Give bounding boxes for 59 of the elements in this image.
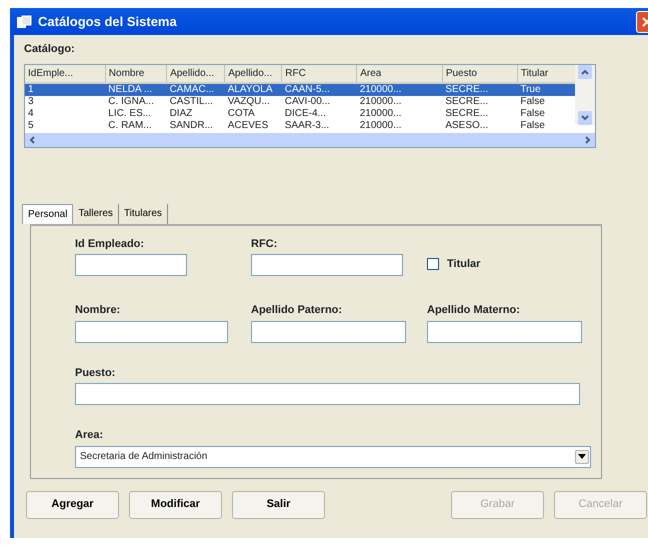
table-cell-text: False <box>519 120 546 132</box>
checkbox[interactable] <box>427 258 439 270</box>
table-cell-text: LIC. ES... <box>107 108 152 120</box>
table-cell-text: SANDR... <box>168 120 214 132</box>
surname-field[interactable] <box>427 320 582 342</box>
tab[interactable]: Talleres <box>73 204 119 224</box>
field-label: Id Empleado: <box>75 236 146 252</box>
id-field[interactable] <box>75 254 187 276</box>
action-button[interactable]: Agregar <box>26 490 119 518</box>
field-label: Area: <box>75 428 104 443</box>
table-cell: SECRE... <box>442 96 518 108</box>
column-header[interactable]: Apellido... <box>166 64 225 82</box>
horizontal-scrollbar[interactable] <box>25 132 595 146</box>
column-header[interactable]: IdEmple... <box>25 64 106 82</box>
table-cell: CAVI-00... <box>282 96 357 108</box>
table-cell-text: ACEVES <box>226 120 270 132</box>
table-cell-text: COTA <box>226 108 256 120</box>
window-title: Catálogos del Sistema <box>38 12 177 31</box>
column-header[interactable]: Nombre <box>105 64 167 82</box>
position-field[interactable] <box>75 383 580 405</box>
tab[interactable]: Personal <box>22 204 74 224</box>
table-cell-text: C. RAM... <box>107 120 153 132</box>
area-dropdown[interactable]: Secretaria de Administración <box>75 446 591 468</box>
table-cell: VAZQU... <box>224 96 282 108</box>
surname-field[interactable] <box>251 320 406 342</box>
table-cell-text: DICE-4... <box>284 108 327 120</box>
table-cell-text: 210000... <box>358 108 402 120</box>
action-button[interactable]: Salir <box>232 490 325 518</box>
window-icon <box>16 14 32 28</box>
table-cell-text: ASESO... <box>444 120 490 132</box>
tab[interactable]: Titulares <box>118 204 168 224</box>
table-cell-text: 210000... <box>358 120 402 132</box>
table-cell: 210000... <box>356 96 442 108</box>
field-label: RFC: <box>251 236 278 252</box>
field-label: Apellido Paterno: <box>251 303 344 318</box>
field-label: Nombre: <box>75 303 122 318</box>
field-label: Apellido Materno: <box>427 303 521 318</box>
table-cell-text: False <box>519 108 546 120</box>
checkbox-label: Titular <box>447 256 480 272</box>
column-header[interactable]: RFC <box>282 64 357 82</box>
rfc-field[interactable] <box>251 254 403 276</box>
column-header[interactable]: Apellido... <box>224 64 282 82</box>
column-header[interactable]: Area <box>356 64 442 82</box>
name-field[interactable] <box>75 320 228 342</box>
table-cell-text: SECRE... <box>444 108 490 120</box>
field-label: Puesto: <box>75 366 116 380</box>
column-header[interactable]: Puesto <box>442 64 518 82</box>
action-button[interactable]: Modificar <box>129 490 222 518</box>
caret-icon <box>578 454 586 459</box>
table-cell: C. IGNA... <box>105 96 167 108</box>
table-cell-text: DIAZ <box>168 108 194 120</box>
table-cell: 3 <box>25 96 106 108</box>
table-cell: CASTIL... <box>166 96 225 108</box>
table-cell-text: SAAR-3... <box>284 120 330 132</box>
table-cell-text: 4 <box>27 108 35 120</box>
vertical-scrollbar[interactable] <box>575 64 595 124</box>
table-cell-text: 5 <box>27 120 35 132</box>
catalog-label: Catálogo: <box>24 43 75 55</box>
table-cell: False <box>517 96 576 108</box>
